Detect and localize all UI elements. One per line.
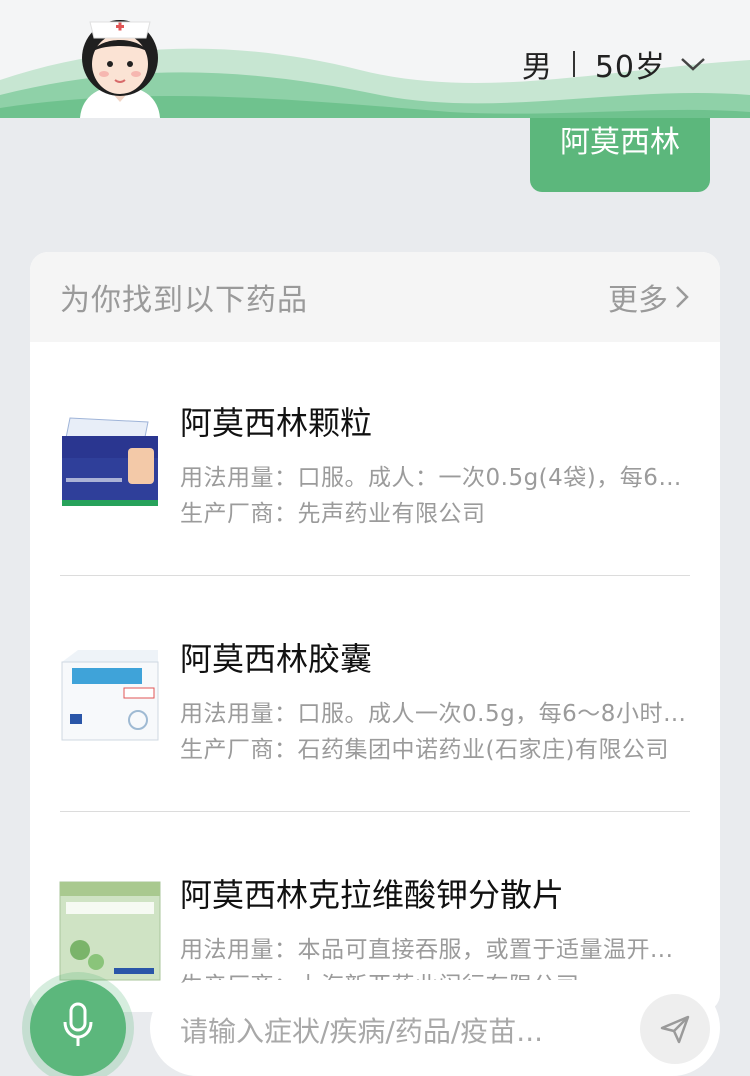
- header: 男 50岁: [0, 0, 750, 118]
- voice-input-button[interactable]: [30, 980, 126, 1076]
- search-input[interactable]: 请输入症状/疾病/药品/疫苗...: [150, 980, 720, 1076]
- microphone-icon: [63, 1002, 93, 1046]
- drug-usage: 用法用量：本品可直接吞服，或置于适量温开...: [180, 937, 674, 963]
- separator: [572, 51, 575, 77]
- drug-manufacturer: 生产厂商：先声药业有限公司: [180, 501, 486, 527]
- drug-usage: 用法用量：口服。成人：一次0.5g(4袋)，每6～...: [180, 465, 690, 491]
- profile-selector[interactable]: 男 50岁: [521, 44, 706, 85]
- drug-package-image: [58, 644, 162, 748]
- drug-usage: 用法用量：口服。成人一次0.5g，每6～8小时1...: [180, 701, 690, 727]
- user-message-bubble: 阿莫西林: [530, 118, 710, 192]
- drug-name: 阿莫西林颗粒: [180, 404, 373, 442]
- results-title: 为你找到以下药品: [60, 283, 308, 318]
- drug-item[interactable]: 阿莫西林胶囊 用法用量：口服。成人一次0.5g，每6～8小时1... 生产厂商：…: [30, 578, 720, 814]
- chevron-right-icon: [676, 286, 689, 308]
- gender-label: 男: [521, 50, 553, 85]
- drug-package-image: [58, 408, 162, 512]
- drug-name: 阿莫西林克拉维酸钾分散片: [180, 876, 565, 914]
- search-input-placeholder: 请输入症状/疾病/药品/疫苗...: [180, 1015, 544, 1048]
- age-label: 50岁: [594, 50, 666, 85]
- drug-results-card: 为你找到以下药品 更多 阿莫西林颗粒 用法用量：口服。成人：一次0.5g(4袋)…: [30, 252, 720, 1012]
- more-label: 更多: [608, 283, 668, 318]
- drug-manufacturer: 生产厂商：石药集团中诺药业(石家庄)有限公司: [180, 737, 669, 763]
- divider: [60, 575, 690, 576]
- more-button[interactable]: 更多: [608, 275, 690, 319]
- divider: [60, 811, 690, 812]
- chevron-down-icon: [681, 58, 705, 71]
- drug-item[interactable]: 阿莫西林颗粒 用法用量：口服。成人：一次0.5g(4袋)，每6～... 生产厂商…: [30, 342, 720, 578]
- drug-package-image: [58, 880, 162, 984]
- send-icon: [660, 1015, 690, 1044]
- nurse-avatar: [80, 20, 160, 118]
- drug-name: 阿莫西林胶囊: [180, 640, 373, 678]
- results-header: 为你找到以下药品 更多: [30, 252, 720, 342]
- send-button[interactable]: [640, 994, 710, 1064]
